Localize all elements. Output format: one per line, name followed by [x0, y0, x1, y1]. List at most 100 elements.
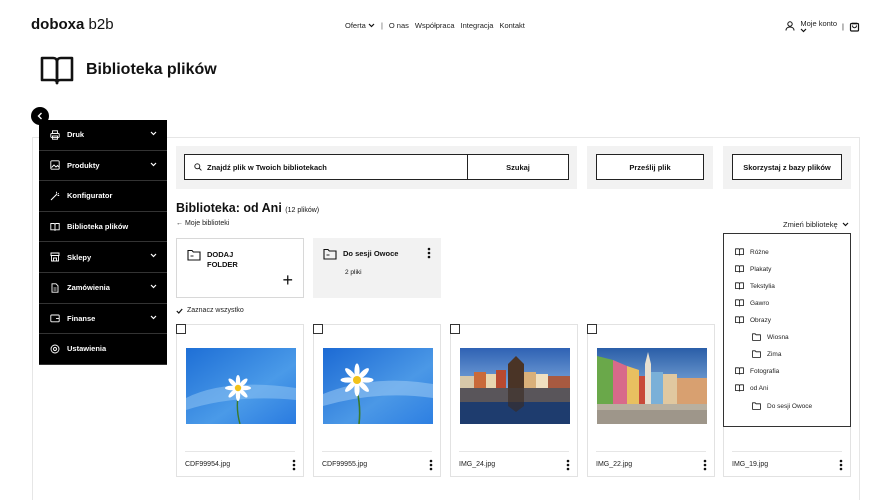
upload-area: Prześlij plik	[587, 146, 713, 189]
sidebar-item-label: Biblioteka plików	[67, 222, 129, 232]
file-thumbnail-daisy	[323, 348, 433, 424]
nav-offer[interactable]: Oferta	[345, 21, 375, 30]
chevron-down-icon	[150, 162, 157, 166]
store-icon	[49, 251, 61, 263]
card-divider	[732, 451, 842, 452]
sidebar-item-konfigurator[interactable]: Konfigurator	[39, 181, 167, 212]
sidebar-item-ustawienia[interactable]: Ustawienia	[39, 334, 167, 365]
sidebar-item-label: Konfigurator	[67, 191, 113, 201]
file-name: IMG_24.jpg	[459, 461, 496, 468]
library-option-wiosna[interactable]: Wiosna	[752, 333, 789, 341]
magic-wand-icon	[49, 190, 61, 202]
top-header: doboxa b2b Oferta | O nas Współpraca Int…	[0, 0, 890, 50]
file-checkbox[interactable]	[587, 324, 597, 334]
library-option-do-sesji-owoce[interactable]: Do sesji Owoce	[752, 402, 812, 410]
search-bar: Znajdź plik w Twoich bibliotekach Szukaj	[176, 146, 577, 189]
cart-icon[interactable]	[849, 21, 860, 32]
file-name: CDF99955.jpg	[322, 461, 368, 468]
chevron-down-icon	[800, 28, 807, 33]
select-all-toggle[interactable]: Zaznacz wszystko	[176, 307, 244, 314]
nav-contact[interactable]: Kontakt	[499, 21, 524, 30]
change-library-dropdown[interactable]: Zmień bibliotekę	[783, 220, 849, 229]
book-icon	[735, 248, 744, 256]
file-card[interactable]: IMG_24.jpg	[450, 324, 578, 477]
chevron-down-icon	[150, 253, 157, 258]
printer-icon	[49, 129, 61, 141]
more-vertical-icon[interactable]	[703, 459, 707, 471]
page-title: Biblioteka plików	[40, 55, 217, 85]
library-option-rozne[interactable]: Różne	[735, 248, 769, 256]
card-divider	[596, 451, 706, 452]
folder-file-count: 2 pliki	[345, 269, 362, 276]
back-to-libraries-link[interactable]: ← Moje biblioteki	[176, 220, 229, 227]
library-option-tekstylia[interactable]: Tekstylia	[735, 282, 775, 290]
book-icon	[735, 265, 744, 273]
more-vertical-icon[interactable]	[839, 459, 843, 471]
file-card[interactable]: IMG_22.jpg	[587, 324, 715, 477]
more-vertical-icon[interactable]	[566, 459, 570, 471]
file-card[interactable]: CDF99954.jpg	[176, 324, 304, 477]
nav-separator: |	[380, 21, 383, 30]
file-name: IMG_19.jpg	[732, 461, 769, 468]
search-input[interactable]: Znajdź plik w Twoich bibliotekach	[184, 154, 467, 180]
image-icon	[49, 159, 61, 171]
upload-file-button[interactable]: Prześlij plik	[596, 154, 704, 180]
sidebar-item-sklepy[interactable]: Sklepy	[39, 242, 167, 273]
sidebar-item-zamowienia[interactable]: Zamówienia	[39, 273, 167, 304]
folder-name: Do sesji Owoce	[343, 249, 399, 258]
nav-integration[interactable]: Integracja	[461, 21, 494, 30]
book-icon	[40, 56, 74, 85]
user-icon	[785, 21, 795, 31]
add-folder-card[interactable]: DODAJ FOLDER +	[176, 238, 304, 298]
sidebar-item-label: Ustawienia	[67, 344, 107, 354]
account-menu[interactable]: Moje konto	[800, 19, 837, 33]
logo[interactable]: doboxa b2b	[31, 16, 114, 33]
library-title: Biblioteka: od Ani (12 plików)	[176, 201, 320, 215]
library-option-od-ani[interactable]: od Ani	[735, 384, 768, 392]
sidebar-item-label: Produkty	[67, 160, 100, 170]
use-file-base-button[interactable]: Skorzystaj z bazy plików	[732, 154, 842, 180]
file-checkbox[interactable]	[450, 324, 460, 334]
sidebar: Druk Produkty Konfigurator Biblioteka pl…	[39, 120, 167, 365]
folder-icon	[323, 248, 337, 260]
page-heading: Biblioteka plików	[86, 61, 217, 78]
add-folder-label: DODAJ FOLDER	[207, 250, 238, 269]
folder-icon	[752, 350, 761, 358]
file-base-area: Skorzystaj z bazy plików	[723, 146, 851, 189]
top-nav: Oferta | O nas Współpraca Integracja Kon…	[345, 21, 525, 30]
chevron-down-icon	[368, 23, 375, 28]
library-option-gawro[interactable]: Gawro	[735, 299, 769, 307]
folder-icon	[752, 402, 761, 410]
file-checkbox[interactable]	[313, 324, 323, 334]
more-vertical-icon[interactable]	[292, 459, 296, 471]
library-option-fotografia[interactable]: Fotografia	[735, 367, 779, 375]
library-dropdown-menu: Różne Plakaty Tekstylia Gawro Obrazy Wio…	[723, 233, 851, 427]
book-icon	[49, 221, 61, 233]
file-name: IMG_22.jpg	[596, 461, 633, 468]
file-card[interactable]: CDF99955.jpg	[313, 324, 441, 477]
sidebar-item-druk[interactable]: Druk	[39, 120, 167, 151]
search-button[interactable]: Szukaj	[467, 154, 569, 180]
book-icon	[735, 282, 744, 290]
nav-cooperation[interactable]: Współpraca	[415, 21, 455, 30]
checkmark-icon	[176, 308, 183, 314]
card-divider	[459, 451, 569, 452]
book-icon	[735, 384, 744, 392]
sidebar-item-finanse[interactable]: Finanse	[39, 304, 167, 335]
library-option-obrazy[interactable]: Obrazy	[735, 316, 771, 324]
more-vertical-icon[interactable]	[427, 247, 431, 259]
library-option-zima[interactable]: Zima	[752, 350, 781, 358]
library-option-plakaty[interactable]: Plakaty	[735, 265, 771, 273]
book-icon	[735, 367, 744, 375]
sidebar-item-label: Druk	[67, 130, 85, 140]
sidebar-item-produkty[interactable]: Produkty	[39, 151, 167, 182]
collapse-sidebar-button[interactable]	[31, 107, 49, 125]
sidebar-item-label: Zamówienia	[67, 283, 110, 293]
nav-about[interactable]: O nas	[389, 21, 409, 30]
folder-card-owoce[interactable]: Do sesji Owoce 2 pliki	[313, 238, 441, 298]
sidebar-item-biblioteka[interactable]: Biblioteka plików	[39, 212, 167, 243]
file-checkbox[interactable]	[176, 324, 186, 334]
book-icon	[735, 299, 744, 307]
more-vertical-icon[interactable]	[429, 459, 433, 471]
file-name: CDF99954.jpg	[185, 461, 231, 468]
